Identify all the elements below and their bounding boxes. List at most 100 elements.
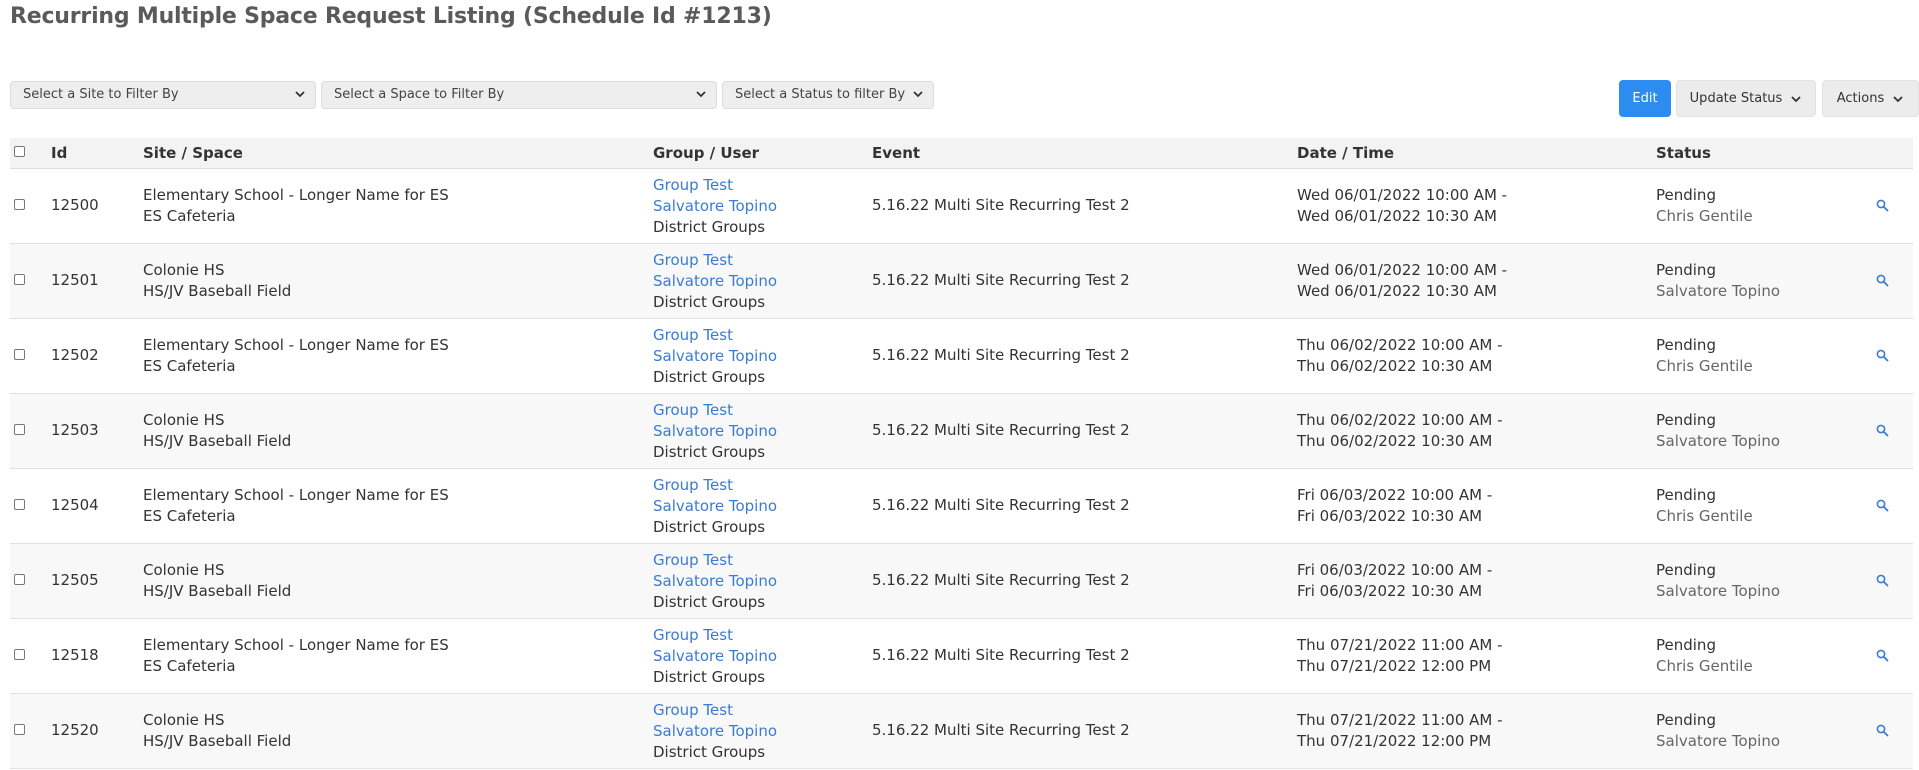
row-checkbox[interactable] [14,199,25,210]
site-name: Colonie HS [143,711,225,729]
group-user-cell: Group Test Salvatore Topino District Gro… [653,400,777,463]
table-row: 12518 Elementary School - Longer Name fo… [10,619,1913,694]
view-details-button[interactable] [1876,348,1889,366]
row-checkbox[interactable] [14,574,25,585]
header-group-user[interactable]: Group / User [653,144,759,162]
site-space-cell: Colonie HS HS/JV Baseball Field [143,260,291,302]
view-details-button[interactable] [1876,198,1889,216]
view-details-button[interactable] [1876,423,1889,441]
site-name: Elementary School - Longer Name for ES [143,186,449,204]
status-value: Pending [1656,711,1716,729]
event-name: 5.16.22 Multi Site Recurring Test 2 [872,421,1130,439]
group-link[interactable]: Group Test [653,475,777,496]
edit-button[interactable]: Edit [1619,80,1671,117]
date-time-cell: Thu 06/02/2022 10:00 AM - Thu 06/02/2022… [1297,410,1503,452]
event-name: 5.16.22 Multi Site Recurring Test 2 [872,646,1130,664]
group-link[interactable]: Group Test [653,625,777,646]
row-checkbox[interactable] [14,499,25,510]
group-link[interactable]: Group Test [653,550,777,571]
site-filter-select[interactable]: Select a Site to Filter By [10,81,316,109]
space-name: ES Cafeteria [143,657,236,675]
start-datetime: Thu 06/02/2022 10:00 AM - [1297,411,1503,429]
group-link[interactable]: Group Test [653,250,777,271]
status-value: Pending [1656,261,1716,279]
header-status[interactable]: Status [1656,144,1711,162]
chevron-down-icon [295,91,305,98]
user-link[interactable]: Salvatore Topino [653,346,777,367]
group-type: District Groups [653,518,766,536]
status-filter-select[interactable]: Select a Status to filter By [722,81,934,109]
site-space-cell: Elementary School - Longer Name for ES E… [143,635,449,677]
status-cell: Pending Chris Gentile [1656,485,1753,527]
view-details-button[interactable] [1876,648,1889,666]
view-details-button[interactable] [1876,273,1889,291]
chevron-down-icon [913,91,923,98]
table-row: 12520 Colonie HS HS/JV Baseball Field Gr… [10,694,1913,769]
chevron-down-icon [1791,95,1801,102]
start-datetime: Fri 06/03/2022 10:00 AM - [1297,561,1493,579]
table-row: 12503 Colonie HS HS/JV Baseball Field Gr… [10,394,1913,469]
request-id: 12520 [51,721,99,739]
group-link[interactable]: Group Test [653,400,777,421]
user-link[interactable]: Salvatore Topino [653,721,777,742]
site-space-cell: Elementary School - Longer Name for ES E… [143,185,449,227]
row-checkbox[interactable] [14,349,25,360]
table-row: 12502 Elementary School - Longer Name fo… [10,319,1913,394]
event-name: 5.16.22 Multi Site Recurring Test 2 [872,496,1130,514]
user-link[interactable]: Salvatore Topino [653,496,777,517]
row-checkbox[interactable] [14,649,25,660]
status-user: Salvatore Topino [1656,282,1781,300]
status-cell: Pending Chris Gentile [1656,635,1753,677]
end-datetime: Thu 06/02/2022 10:30 AM [1297,357,1493,375]
header-event[interactable]: Event [872,144,920,162]
view-details-button[interactable] [1876,723,1889,741]
header-site-space[interactable]: Site / Space [143,144,243,162]
event-name: 5.16.22 Multi Site Recurring Test 2 [872,721,1130,739]
update-status-button[interactable]: Update Status [1676,80,1816,117]
header-id[interactable]: Id [51,144,67,162]
row-checkbox[interactable] [14,274,25,285]
user-link[interactable]: Salvatore Topino [653,271,777,292]
header-date-time[interactable]: Date / Time [1297,144,1394,162]
status-user: Chris Gentile [1656,657,1753,675]
site-name: Colonie HS [143,561,225,579]
user-link[interactable]: Salvatore Topino [653,646,777,667]
date-time-cell: Fri 06/03/2022 10:00 AM - Fri 06/03/2022… [1297,485,1492,527]
group-link[interactable]: Group Test [653,325,777,346]
status-user: Salvatore Topino [1656,432,1781,450]
group-type: District Groups [653,743,766,761]
group-type: District Groups [653,368,766,386]
end-datetime: Fri 06/03/2022 10:30 AM [1297,507,1483,525]
chevron-down-icon [1893,95,1903,102]
group-user-cell: Group Test Salvatore Topino District Gro… [653,250,777,313]
group-link[interactable]: Group Test [653,175,777,196]
table-row: 12504 Elementary School - Longer Name fo… [10,469,1913,544]
date-time-cell: Wed 06/01/2022 10:00 AM - Wed 06/01/2022… [1297,260,1507,302]
date-time-cell: Thu 06/02/2022 10:00 AM - Thu 06/02/2022… [1297,335,1503,377]
status-cell: Pending Salvatore Topino [1656,260,1780,302]
space-filter-select[interactable]: Select a Space to Filter By [321,81,717,109]
end-datetime: Fri 06/03/2022 10:30 AM [1297,582,1483,600]
select-all-checkbox[interactable] [14,146,25,157]
table-header: Id Site / Space Group / User Event Date … [10,138,1913,169]
status-cell: Pending Salvatore Topino [1656,560,1780,602]
group-type: District Groups [653,218,766,236]
start-datetime: Thu 06/02/2022 10:00 AM - [1297,336,1503,354]
actions-button[interactable]: Actions [1822,80,1919,117]
status-value: Pending [1656,336,1716,354]
site-space-cell: Elementary School - Longer Name for ES E… [143,335,449,377]
search-icon [1876,724,1889,737]
row-checkbox[interactable] [14,724,25,735]
user-link[interactable]: Salvatore Topino [653,571,777,592]
view-details-button[interactable] [1876,573,1889,591]
group-link[interactable]: Group Test [653,700,777,721]
site-filter-label: Select a Site to Filter By [23,87,179,102]
group-type: District Groups [653,668,766,686]
end-datetime: Thu 07/21/2022 12:00 PM [1297,657,1492,675]
search-icon [1876,199,1889,212]
user-link[interactable]: Salvatore Topino [653,196,777,217]
view-details-button[interactable] [1876,498,1889,516]
user-link[interactable]: Salvatore Topino [653,421,777,442]
row-checkbox[interactable] [14,424,25,435]
site-name: Elementary School - Longer Name for ES [143,486,449,504]
